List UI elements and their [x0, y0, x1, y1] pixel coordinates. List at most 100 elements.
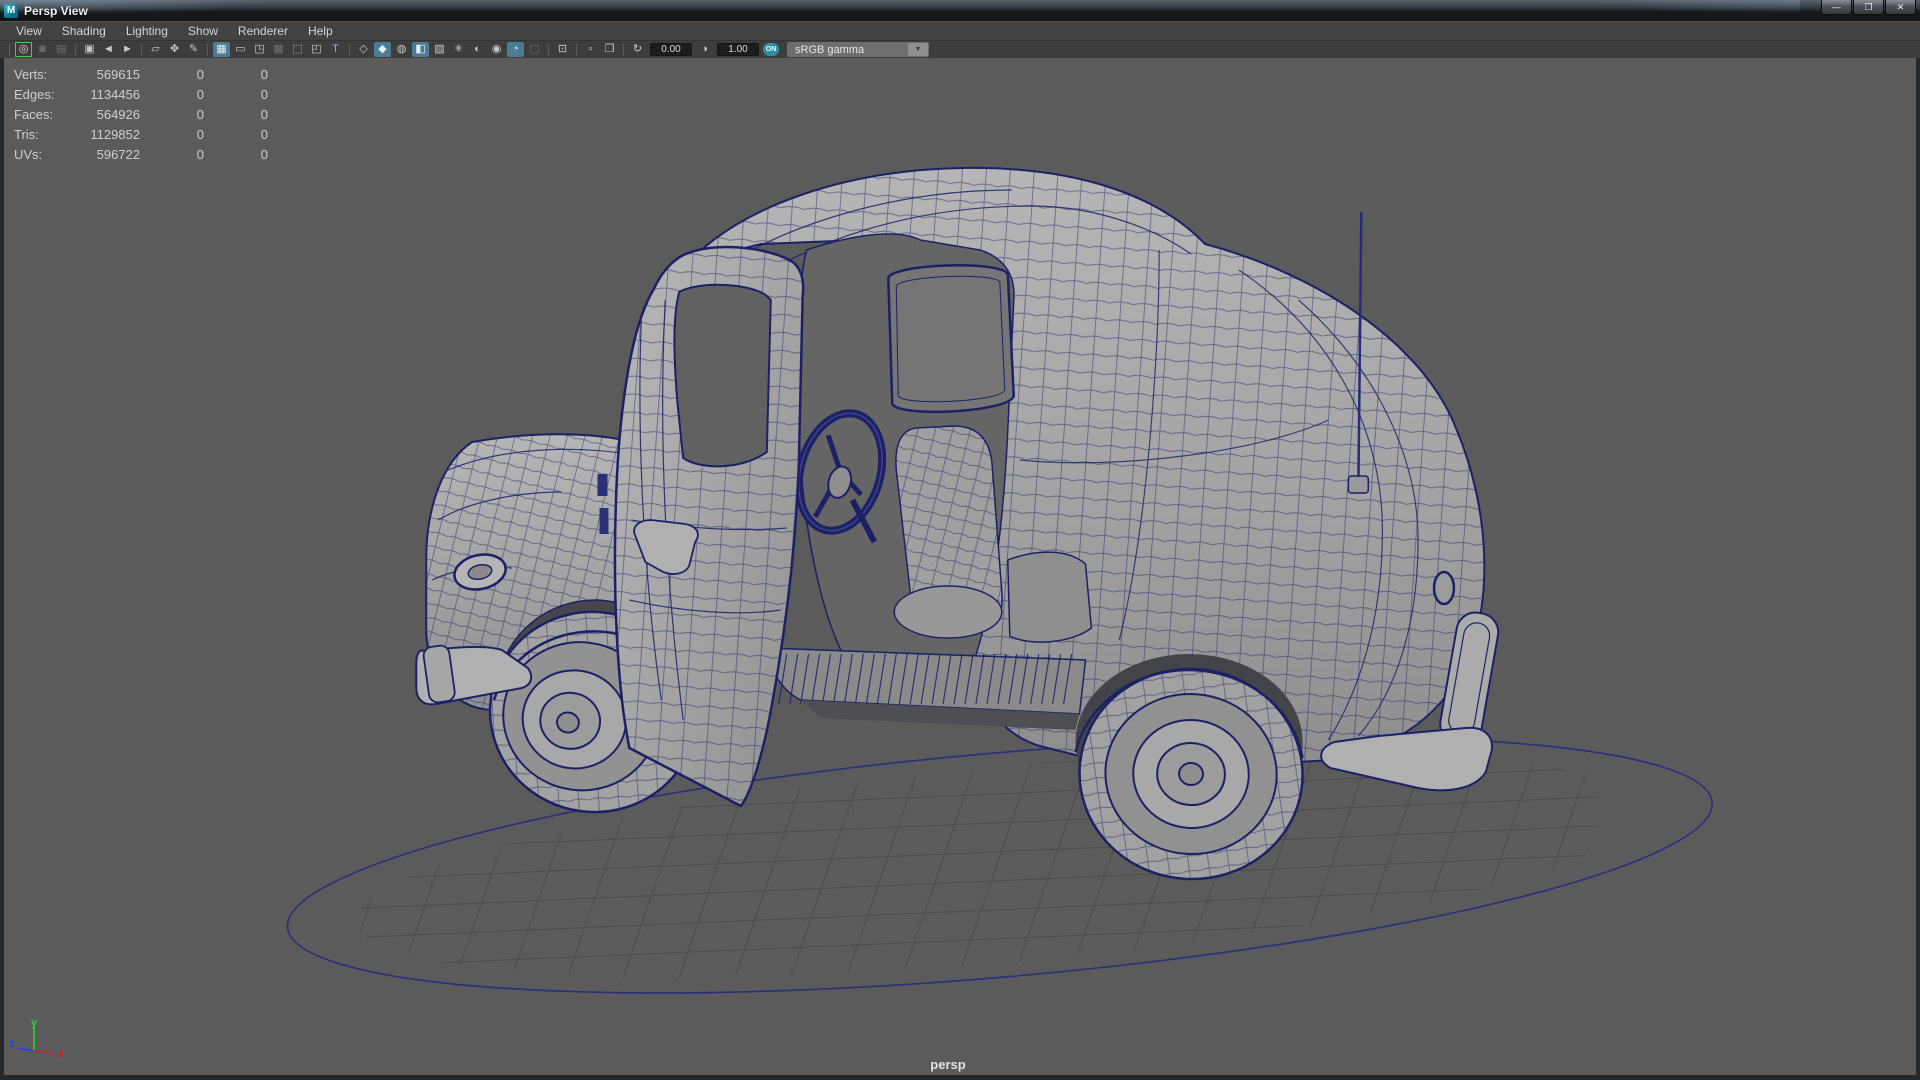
motion-blur-toggle-icon[interactable]: ◔ [507, 42, 524, 57]
contrast-icon[interactable]: ◑ [696, 42, 713, 57]
grid-toggle-icon[interactable]: ▦ [213, 42, 230, 57]
open-door [597, 245, 805, 808]
lighting-toggle-icon[interactable]: ✳ [450, 42, 467, 57]
taillight [1432, 570, 1456, 606]
toolbar-separator [9, 43, 10, 56]
menu-show[interactable]: Show [179, 24, 229, 39]
axis-gizmo: y x z [9, 1017, 65, 1060]
toolbar-separator [576, 43, 577, 56]
previous-view-icon[interactable]: ◄ [100, 42, 117, 57]
2d-pan-zoom-icon[interactable]: ✥ [166, 42, 183, 57]
toolbar-separator [548, 43, 549, 56]
menu-bar: View Shading Lighting Show Renderer Help [0, 21, 1920, 40]
hud-v2: 0 [196, 146, 204, 162]
exposure-value-field[interactable]: 0.00 [650, 43, 692, 56]
safe-action-icon[interactable]: ◰ [308, 42, 325, 57]
colorspace-dropdown[interactable]: sRGB gamma ▼ [787, 42, 929, 57]
rocker-sill [765, 647, 1087, 730]
hud-v2: 0 [196, 86, 204, 102]
ssao-toggle-icon[interactable]: ◉ [488, 42, 505, 57]
hud-v3: 0 [260, 126, 268, 142]
hud-row-faces: Faces: 564926 0 0 [14, 104, 268, 124]
door-window [673, 283, 772, 468]
hud-v1: 564926 [96, 106, 140, 122]
bookmark-view-icon[interactable]: ▣ [81, 42, 98, 57]
camera-attributes-icon[interactable]: ▤ [53, 42, 70, 57]
rear-wheel [1074, 654, 1304, 881]
panel-toolbar: ◎ ◙ ▤ ▣ ◄ ► ▱ ✥ ✎ ▦ ▭ ◳ ▩ ⬚ ◰ T ◇ ◆ ◍ ◧ ▨ ✳ ◐ ◉ ◔ ▢ ⊡ ▫ ❐ ↻ 0.00 ◑ 1.00 O… [0, 40, 1920, 58]
menu-lighting[interactable]: Lighting [117, 24, 179, 39]
textured-mode-icon[interactable]: ◧ [412, 42, 429, 57]
hud-poly-count: Verts: 569615 0 0 Edges: 1134456 0 0 Faces: 56492… [14, 64, 268, 164]
hud-label: Faces: [14, 106, 54, 122]
hud-row-edges: Edges: 1134456 0 0 [14, 84, 268, 104]
rear-seat [1007, 551, 1093, 643]
viewport-canvas[interactable]: Verts: 569615 0 0 Edges: 1134456 0 0 Faces: 56492… [4, 58, 1916, 1075]
window-controls: — ❐ ✕ [1820, 0, 1916, 15]
menu-view[interactable]: View [7, 24, 53, 39]
minimize-button[interactable]: — [1821, 0, 1852, 15]
object-details-icon[interactable]: ▫ [582, 42, 599, 57]
exposure-icon[interactable]: ↻ [629, 42, 646, 57]
hud-label: Verts: [14, 66, 48, 82]
isolate-select-icon[interactable]: ⊡ [554, 42, 571, 57]
window-title: Persp View [24, 3, 88, 18]
hud-v1: 1134456 [90, 86, 140, 102]
hud-v3: 0 [260, 146, 268, 162]
hud-v2: 0 [196, 106, 204, 122]
axis-z-label: z [9, 1038, 15, 1050]
windshield-frame [887, 264, 1016, 414]
toolbar-separator [75, 43, 76, 56]
field-chart-icon[interactable]: ⬚ [289, 42, 306, 57]
hud-v1: 569615 [96, 66, 140, 82]
menu-help[interactable]: Help [299, 24, 344, 39]
hud-row-verts: Verts: 569615 0 0 [14, 64, 268, 84]
restore-button[interactable]: ❐ [1853, 0, 1884, 15]
hud-v3: 0 [260, 106, 268, 122]
grease-pencil-icon[interactable]: ✎ [185, 42, 202, 57]
hud-row-uvs: UVs: 596722 0 0 [14, 144, 268, 164]
safe-title-icon[interactable]: T [327, 42, 344, 57]
next-view-icon[interactable]: ► [119, 42, 136, 57]
hud-label: UVs: [14, 146, 43, 162]
hud-label: Edges: [14, 86, 55, 102]
lock-camera-icon[interactable]: ◙ [34, 42, 51, 57]
snapshot-icon[interactable]: ❐ [601, 42, 618, 57]
color-management-on-icon[interactable]: ON [763, 43, 779, 56]
film-gate-icon[interactable]: ▭ [232, 42, 249, 57]
axis-y-label: y [31, 1017, 38, 1029]
textured-sphere-icon[interactable]: ◍ [393, 42, 410, 57]
toolbar-separator [141, 43, 142, 56]
gate-mask-icon[interactable]: ▩ [270, 42, 287, 57]
colorspace-value: sRGB gamma [795, 43, 865, 56]
hud-v3: 0 [260, 66, 268, 82]
wireframe-mode-icon[interactable]: ◇ [355, 42, 372, 57]
menu-shading[interactable]: Shading [53, 24, 117, 39]
chevron-down-icon[interactable]: ▼ [908, 43, 928, 56]
hud-v1: 1129852 [90, 126, 140, 142]
resolution-gate-icon[interactable]: ◳ [251, 42, 268, 57]
hud-v3: 0 [260, 86, 268, 102]
toolbar-separator [623, 43, 624, 56]
gamma-value-field[interactable]: 1.00 [717, 43, 759, 56]
hud-row-tris: Tris: 1129852 0 0 [14, 124, 268, 144]
shadows-toggle-icon[interactable]: ◐ [469, 42, 486, 57]
hud-v2: 0 [196, 66, 204, 82]
use-default-material-icon[interactable]: ▨ [431, 42, 448, 57]
select-camera-icon[interactable]: ◎ [15, 42, 32, 57]
close-button[interactable]: ✕ [1885, 0, 1916, 15]
camera-name-label: persp [930, 1057, 966, 1072]
scene-3d [286, 166, 1713, 1020]
hud-label: Tris: [14, 126, 39, 142]
menu-renderer[interactable]: Renderer [229, 24, 299, 39]
maya-app-icon: M [4, 3, 18, 18]
image-plane-icon[interactable]: ▱ [147, 42, 164, 57]
hud-v1: 596722 [96, 146, 140, 162]
smooth-shade-mode-icon[interactable]: ◆ [374, 42, 391, 57]
toolbar-separator [349, 43, 350, 56]
persp-view-window: M Persp View — ❐ ✕ View Shading Lighting Show… [0, 0, 1920, 1080]
title-bar[interactable]: M Persp View — ❐ ✕ [0, 0, 1920, 21]
axis-x-label: x [58, 1048, 65, 1060]
toolbar-separator [207, 43, 208, 56]
multisample-toggle-icon[interactable]: ▢ [526, 42, 543, 57]
